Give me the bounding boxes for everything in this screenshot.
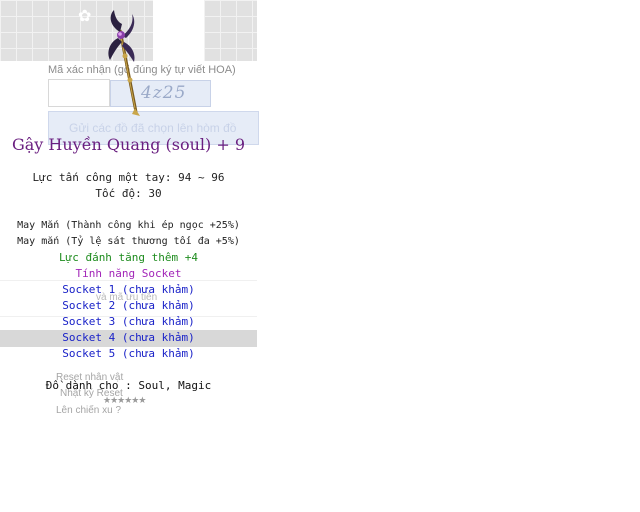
socket-label: Socket 2 (chưa khảm) (62, 299, 195, 312)
luck-option: May Mắn (Thành công khi ép ngọc +25%) (17, 220, 240, 231)
item-class-requirement: Đồ dành cho : Soul, Magic (45, 379, 212, 392)
speed-stat: Tốc độ: 30 (95, 187, 162, 200)
socket-label: Socket 5 (chưa khảm) (62, 347, 195, 360)
socket-slot: Socket 4 (chưa khảm) (0, 330, 257, 347)
staff-icon (108, 10, 140, 116)
socket-label: Socket 3 (chưa khảm) (62, 315, 195, 328)
item-tooltip: Gậy Huyền Quang (soul) + 9 Lực tấn công … (0, 0, 257, 420)
socket-label: Socket 4 (chưa khảm) (62, 331, 195, 344)
socket-title: Tính năng Socket (75, 267, 182, 280)
socket-slot: Socket 2 (chưa khảm) (0, 298, 257, 315)
item-name: Gậy Huyền Quang (soul) + 9 (11, 135, 246, 154)
socket-label: Socket 1 (chưa khảm) (62, 283, 195, 296)
socket-slot: Socket 5 (chưa khảm) (0, 346, 257, 363)
socket-slot: Socket 1 (chưa khảm) (0, 282, 257, 299)
bonus-option: Lực đánh tăng thêm +4 (58, 251, 199, 264)
luck-option: May mắn (Tỷ lệ sát thương tối đa +5%) (17, 236, 240, 247)
socket-slot: Socket 3 (chưa khảm) (0, 314, 257, 331)
attack-stat: Lực tấn công một tay: 94 ~ 96 (32, 171, 225, 184)
